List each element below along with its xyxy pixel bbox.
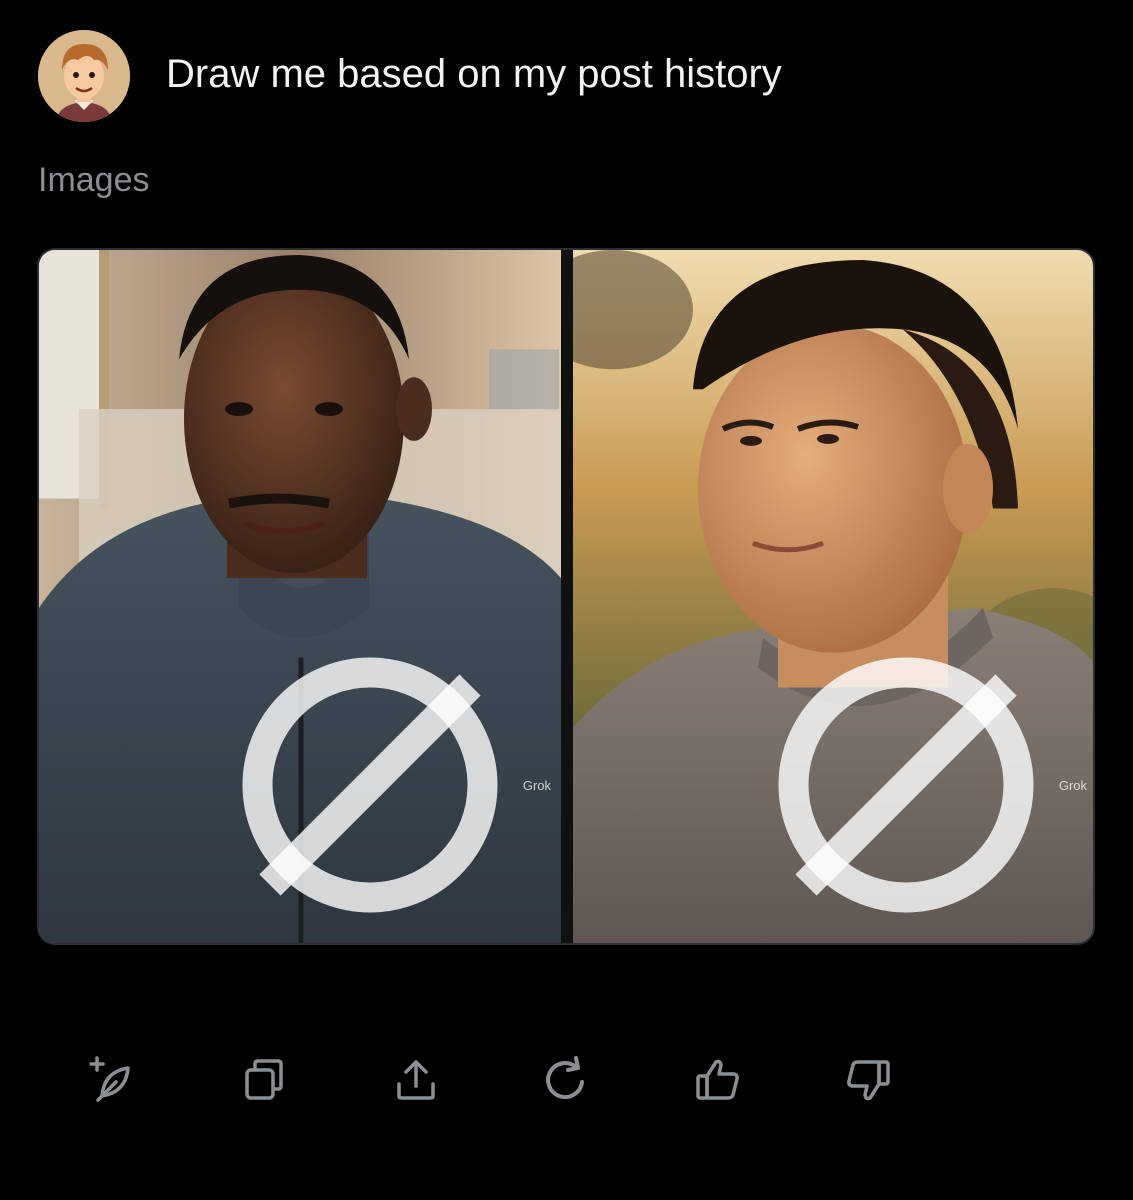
edit-image-icon [89,1056,130,1102]
copy-icon [245,1059,283,1100]
images-section-label: Images [38,161,150,199]
grok-logo-icon [778,657,1034,913]
thumbs-up-button[interactable] [688,1050,748,1110]
edit-image-button[interactable] [80,1050,140,1110]
image-gallery: Grok Grok [37,248,1095,945]
watermark-text: Grok [522,777,551,793]
regenerate-icon [546,1056,584,1099]
user-avatar[interactable] [38,30,130,122]
grok-watermark: Grok [756,635,1087,935]
user-prompt-text: Draw me based on my post history [166,52,782,96]
response-actions-bar [0,1050,1133,1110]
cartoon-avatar-icon [38,30,130,122]
regenerate-button[interactable] [536,1050,596,1110]
thumbs-up-icon [696,1059,739,1100]
grok-watermark: Grok [220,635,551,935]
share-icon [397,1060,435,1100]
share-button[interactable] [386,1050,446,1110]
watermark-text: Grok [1058,777,1087,793]
generated-image-1[interactable]: Grok [39,250,561,943]
thumbs-down-icon [847,1060,890,1101]
generated-image-2[interactable]: Grok [573,250,1093,943]
copy-button[interactable] [234,1050,294,1110]
grok-logo-icon [242,657,498,913]
thumbs-down-button[interactable] [838,1050,898,1110]
